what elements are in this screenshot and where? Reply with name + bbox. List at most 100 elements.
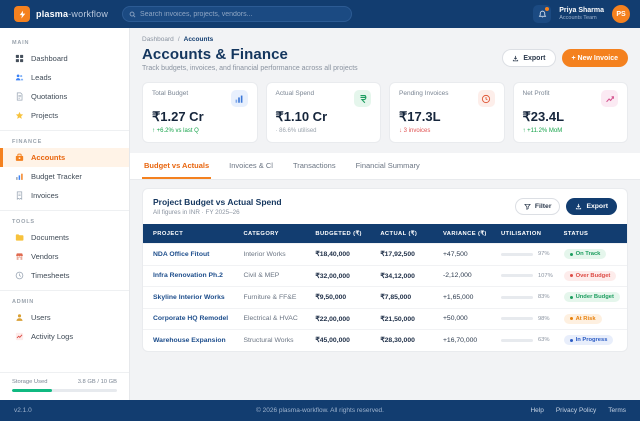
footer-link-terms[interactable]: Terms [608,407,626,414]
page-subtitle: Track budgets, invoices, and financial p… [142,65,358,72]
avatar[interactable]: PS [612,5,630,23]
column-header[interactable]: UTILISATION [501,231,564,237]
breadcrumb-parent[interactable]: Dashboard [142,36,174,43]
sidebar-item-projects[interactable]: Projects [0,106,129,125]
notifications-button[interactable] [533,5,552,23]
stat-icon-wrap [477,90,495,107]
global-search[interactable] [122,6,353,22]
tab-budget-vs-actuals[interactable]: Budget vs Actuals [142,153,212,179]
download-icon [575,203,582,210]
sidebar-item-dashboard[interactable]: Dashboard [0,49,129,68]
stat-value: ₹23.4L [522,109,565,124]
utilisation-pct: 107% [537,272,553,279]
sidebar: MAIN Dashboard Leads Quotations Projects… [0,28,130,400]
leads-icon [15,73,24,82]
export-button[interactable]: Export [502,49,556,67]
column-header[interactable]: VARIANCE (₹) [443,231,501,237]
cell-budgeted: ₹18,40,000 [315,251,350,259]
footer-link-help[interactable]: Help [530,407,543,414]
cell-category: Furniture & FF&E [243,293,297,301]
cell-project[interactable]: NDA Office Fitout [153,251,243,258]
filter-button[interactable]: Filter [514,198,561,215]
cell-budgeted: ₹22,00,000 [315,315,350,323]
sidebar-item-documents[interactable]: Documents [0,228,129,247]
cell-utilisation: 97% [500,251,564,257]
breadcrumb: Dashboard / Accounts [142,36,628,43]
cell-utilisation: 107% [500,272,564,279]
status-badge: At Risk [563,313,602,324]
status-dot-icon [569,274,573,278]
cell-budgeted: ₹45,00,000 [315,337,350,345]
cell-status: On Track [563,249,617,260]
sidebar-item-label: Budget Tracker [31,172,82,181]
table-row[interactable]: NDA Office Fitout Interior Works ₹18,40,… [143,243,627,265]
column-header[interactable]: STATUS [564,231,617,237]
sidebar-item-budget-tracker[interactable]: Budget Tracker [0,167,129,186]
sidebar-item-label: Vendors [31,252,59,261]
table-card-subtitle: All figures in INR · FY 2025–26 [153,209,240,216]
sidebar-item-quotations[interactable]: Quotations [0,87,129,106]
sidebar-item-leads[interactable]: Leads [0,68,129,87]
sidebar-item-vendors[interactable]: Vendors [0,247,129,266]
cell-budgeted: ₹32,00,000 [315,272,350,280]
sidebar-item-invoices[interactable]: Invoices [0,186,129,205]
cell-actual: ₹21,50,000 [380,315,415,323]
stat-label: Net Profit [522,90,550,97]
user-info[interactable]: Priya Sharma Accounts Team [559,7,604,22]
table-header-row: PROJECT CATEGORY BUDGETED (₹) ACTUAL (₹)… [143,224,627,243]
table-row[interactable]: Infra Renovation Ph.2 Civil & MEP ₹32,00… [143,264,627,287]
page-title: Accounts & Finance [142,46,288,63]
brand-logo[interactable] [14,6,30,22]
download-icon [512,55,519,62]
footer-link-privacy-policy[interactable]: Privacy Policy [556,407,596,414]
filter-icon [523,203,531,210]
sidebar-item-users[interactable]: Users [0,308,129,327]
sidebar-item-activity-logs[interactable]: Activity Logs [0,327,129,346]
search-icon [129,11,136,18]
cell-project[interactable]: Infra Renovation Ph.2 [153,272,243,279]
top-navbar: plasma-workflow Priya Sharma Accounts Te… [0,0,640,28]
column-header[interactable]: CATEGORY [243,231,315,237]
cell-utilisation: 98% [500,316,564,322]
cell-status: In Progress [563,335,617,346]
tab-financial-summary[interactable]: Financial Summary [354,153,422,179]
sidebar-item-timesheets[interactable]: Timesheets [0,266,129,285]
column-header[interactable]: PROJECT [153,231,243,237]
cell-actual: ₹34,12,000 [380,272,415,280]
cell-status: Under Budget [563,292,620,303]
cell-category: Interior Works [243,250,286,258]
stat-value: ₹1.10 Cr [275,109,328,124]
stat-delta: ↓ 3 invoices [399,128,431,134]
tab-invoices-cl[interactable]: Invoices & Cl [227,153,275,179]
cell-utilisation: 63% [500,337,564,344]
table-row[interactable]: Corporate HQ Remodel Electrical & HVAC ₹… [143,307,627,330]
cell-project[interactable]: Corporate HQ Remodel [153,315,243,322]
column-header[interactable]: ACTUAL (₹) [380,231,443,237]
new-invoice-button[interactable]: + New Invoice [561,49,628,67]
cell-project[interactable]: Warehouse Expansion [153,337,243,344]
cell-project[interactable]: Skyline Interior Works [153,294,243,301]
sidebar-item-accounts[interactable]: Accounts [0,148,129,167]
cell-variance: +1,65,000 [442,293,474,301]
table-export-button[interactable]: Export [566,198,617,215]
tab-transactions[interactable]: Transactions [291,153,338,179]
sidebar-item-label: Timesheets [31,271,70,280]
column-header[interactable]: BUDGETED (₹) [315,231,380,237]
status-badge: In Progress [563,335,614,346]
sidebar-section-main: MAIN Dashboard Leads Quotations Projects [0,32,129,127]
cell-budgeted: ₹9,50,000 [315,294,347,302]
utilisation-bar [500,274,533,278]
sidebar-item-label: Quotations [31,92,68,101]
stat-delta: ↑ +6.2% vs last Q [152,128,199,134]
stat-label: Total Budget [152,90,189,97]
status-badge: Over Budget [563,270,617,281]
sidebar-item-label: Accounts [31,153,66,162]
timesheets-icon [15,271,24,280]
table-row[interactable]: Warehouse Expansion Structural Works ₹45… [143,329,627,351]
sidebar-section-admin: ADMIN Users Activity Logs [0,290,129,348]
search-input[interactable] [140,10,346,18]
table-row[interactable]: Skyline Interior Works Furniture & FF&E … [143,286,627,308]
status-dot-icon [569,317,573,321]
sidebar-section-title: ADMIN [12,299,35,305]
utilisation-pct: 63% [537,337,550,344]
